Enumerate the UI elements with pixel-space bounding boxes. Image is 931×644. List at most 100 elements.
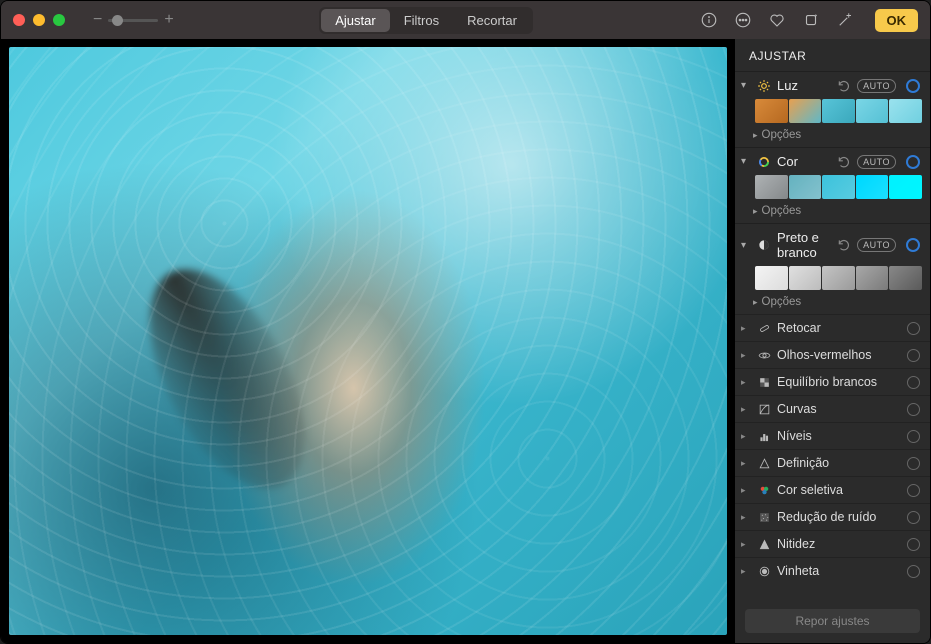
- chevron-right-icon: ▸: [741, 323, 751, 334]
- selectivecolor-icon: [757, 483, 771, 497]
- color-icon: [757, 155, 771, 169]
- info-icon[interactable]: [699, 10, 719, 30]
- row-vignette[interactable]: ▸ Vinheta: [735, 557, 930, 584]
- bw-thumb[interactable]: [789, 266, 822, 290]
- zoom-in-button[interactable]: +: [164, 11, 173, 29]
- minimize-window-button[interactable]: [33, 14, 45, 26]
- eye-icon: [757, 348, 771, 362]
- levels-icon: [757, 429, 771, 443]
- color-thumb[interactable]: [856, 175, 889, 199]
- chevron-right-icon: ▸: [741, 485, 751, 496]
- color-thumb[interactable]: [755, 175, 788, 199]
- enable-sharpen-toggle[interactable]: [907, 538, 920, 551]
- row-whitebalance[interactable]: ▸ Equilíbrio brancos: [735, 368, 930, 395]
- bw-thumb[interactable]: [856, 266, 889, 290]
- section-color-header[interactable]: ▾ Cor AUTO: [735, 148, 930, 175]
- sharpen-icon: [757, 537, 771, 551]
- enable-light-toggle[interactable]: [906, 79, 920, 93]
- row-curves[interactable]: ▸ Curvas: [735, 395, 930, 422]
- done-button[interactable]: OK: [875, 9, 919, 32]
- reset-bw-icon[interactable]: [837, 238, 851, 252]
- section-light-header[interactable]: ▾ Luz AUTO: [735, 72, 930, 99]
- chevron-right-icon: ▸: [753, 206, 758, 217]
- row-noisereduction-label: Redução de ruído: [777, 510, 901, 524]
- enable-noisereduction-toggle[interactable]: [907, 511, 920, 524]
- rotate-icon[interactable]: [801, 10, 821, 30]
- color-thumb[interactable]: [889, 175, 922, 199]
- tab-adjust[interactable]: Ajustar: [321, 9, 389, 32]
- light-options-toggle[interactable]: ▸ Opções: [735, 127, 930, 147]
- row-noisereduction[interactable]: ▸ Redução de ruído: [735, 503, 930, 530]
- tab-crop[interactable]: Recortar: [453, 9, 531, 32]
- sidebar-title: AJUSTAR: [735, 39, 930, 71]
- enable-selectivecolor-toggle[interactable]: [907, 484, 920, 497]
- light-thumb[interactable]: [856, 99, 889, 123]
- section-bw-header[interactable]: ▾ Preto e branco AUTO: [735, 224, 930, 266]
- enable-color-toggle[interactable]: [906, 155, 920, 169]
- enable-whitebalance-toggle[interactable]: [907, 376, 920, 389]
- whitebalance-icon: [757, 375, 771, 389]
- color-thumbnails[interactable]: [735, 175, 930, 203]
- row-selectivecolor[interactable]: ▸ Cor seletiva: [735, 476, 930, 503]
- row-levels[interactable]: ▸ Níveis: [735, 422, 930, 449]
- photo-preview[interactable]: [9, 47, 727, 635]
- bw-options-label: Opções: [762, 296, 802, 308]
- enable-definition-toggle[interactable]: [907, 457, 920, 470]
- fullscreen-window-button[interactable]: [53, 14, 65, 26]
- row-redeye[interactable]: ▸ Olhos-vermelhos: [735, 341, 930, 368]
- bw-thumb[interactable]: [755, 266, 788, 290]
- chevron-right-icon: ▸: [741, 458, 751, 469]
- light-thumbnails[interactable]: [735, 99, 930, 127]
- row-redeye-label: Olhos-vermelhos: [777, 348, 901, 362]
- reset-adjustments-button[interactable]: Repor ajustes: [745, 609, 920, 633]
- section-bw-label: Preto e branco: [777, 230, 831, 260]
- auto-color-button[interactable]: AUTO: [857, 155, 896, 169]
- tab-filters[interactable]: Filtros: [390, 9, 453, 32]
- light-thumb[interactable]: [889, 99, 922, 123]
- row-definition[interactable]: ▸ Definição: [735, 449, 930, 476]
- favorite-icon[interactable]: [767, 10, 787, 30]
- more-icon[interactable]: [733, 10, 753, 30]
- color-options-toggle[interactable]: ▸ Opções: [735, 203, 930, 223]
- chevron-down-icon: ▾: [741, 240, 751, 251]
- bw-thumbnails[interactable]: [735, 266, 930, 294]
- enable-retouch-toggle[interactable]: [907, 322, 920, 335]
- bw-thumb[interactable]: [822, 266, 855, 290]
- auto-bw-button[interactable]: AUTO: [857, 238, 896, 252]
- photo-canvas: [1, 39, 735, 643]
- zoom-out-button[interactable]: −: [93, 11, 102, 29]
- light-thumb[interactable]: [789, 99, 822, 123]
- reset-color-icon[interactable]: [837, 155, 851, 169]
- chevron-right-icon: ▸: [753, 297, 758, 308]
- bw-thumb[interactable]: [889, 266, 922, 290]
- row-definition-label: Definição: [777, 456, 901, 470]
- noise-icon: [757, 510, 771, 524]
- zoom-slider[interactable]: [108, 19, 158, 22]
- chevron-right-icon: ▸: [753, 130, 758, 141]
- sidebar-footer: Repor ajustes: [735, 599, 930, 643]
- enable-curves-toggle[interactable]: [907, 403, 920, 416]
- color-thumb[interactable]: [789, 175, 822, 199]
- color-thumb[interactable]: [822, 175, 855, 199]
- section-bw: ▾ Preto e branco AUTO ▸ Opções: [735, 223, 930, 314]
- light-thumb[interactable]: [822, 99, 855, 123]
- edit-mode-tabs: Ajustar Filtros Recortar: [319, 7, 533, 34]
- section-color-label: Cor: [777, 154, 831, 169]
- row-retouch[interactable]: ▸ Retocar: [735, 314, 930, 341]
- row-sharpen[interactable]: ▸ Nitidez: [735, 530, 930, 557]
- reset-light-icon[interactable]: [837, 79, 851, 93]
- enable-vignette-toggle[interactable]: [907, 565, 920, 578]
- close-window-button[interactable]: [13, 14, 25, 26]
- auto-light-button[interactable]: AUTO: [857, 79, 896, 93]
- light-thumb[interactable]: [755, 99, 788, 123]
- row-selectivecolor-label: Cor seletiva: [777, 483, 901, 497]
- enable-redeye-toggle[interactable]: [907, 349, 920, 362]
- chevron-right-icon: ▸: [741, 431, 751, 442]
- enable-bw-toggle[interactable]: [906, 238, 920, 252]
- chevron-right-icon: ▸: [741, 566, 751, 577]
- chevron-right-icon: ▸: [741, 539, 751, 550]
- bw-options-toggle[interactable]: ▸ Opções: [735, 294, 930, 314]
- auto-enhance-icon[interactable]: [835, 10, 855, 30]
- enable-levels-toggle[interactable]: [907, 430, 920, 443]
- titlebar: − + Ajustar Filtros Recortar OK: [1, 1, 930, 39]
